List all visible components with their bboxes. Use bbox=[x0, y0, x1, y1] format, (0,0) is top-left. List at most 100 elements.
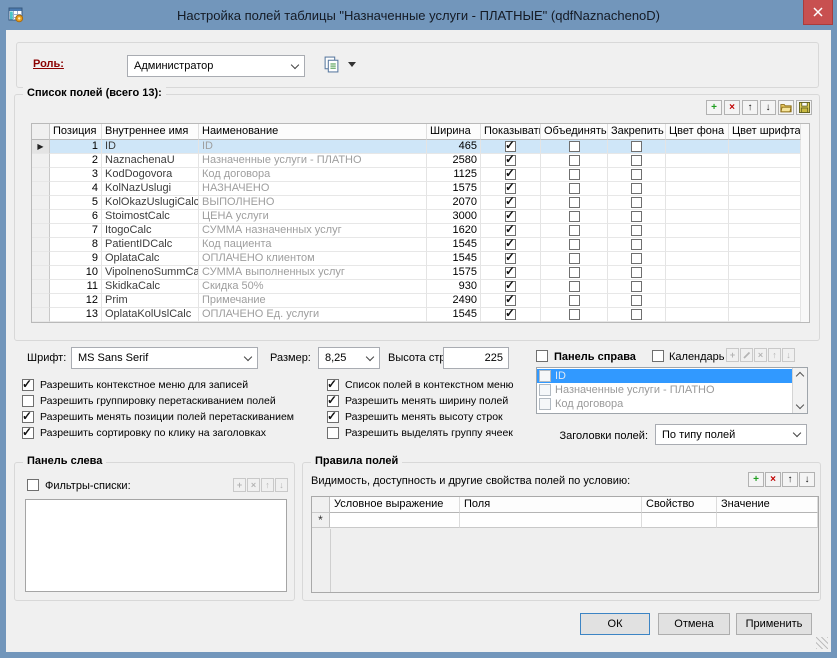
row-selector[interactable] bbox=[32, 168, 50, 182]
checkbox[interactable] bbox=[505, 183, 516, 194]
checkbox[interactable] bbox=[569, 141, 580, 152]
checkbox[interactable] bbox=[631, 281, 642, 292]
checkbox[interactable] bbox=[22, 411, 34, 423]
field-row[interactable]: 4KolNazUslugiНАЗНАЧЕНО1575 bbox=[32, 182, 809, 196]
move-field-down-button[interactable]: ↓ bbox=[760, 100, 776, 115]
cell-show[interactable] bbox=[481, 140, 541, 154]
rules-column-header[interactable]: Свойство bbox=[642, 497, 717, 513]
scrollbar[interactable] bbox=[792, 368, 807, 413]
cell-show[interactable] bbox=[481, 182, 541, 196]
cell-show[interactable] bbox=[481, 224, 541, 238]
right-panel-checkbox[interactable] bbox=[536, 350, 548, 362]
row-selector[interactable]: ▶ bbox=[32, 140, 50, 154]
checkbox[interactable] bbox=[631, 169, 642, 180]
checkbox[interactable] bbox=[569, 155, 580, 166]
field-row[interactable]: 6StoimostCalcЦЕНА услуги3000 bbox=[32, 210, 809, 224]
checkbox[interactable] bbox=[569, 225, 580, 236]
column-header-caption[interactable]: Наименование bbox=[199, 124, 427, 140]
column-header-show[interactable]: Показывать bbox=[481, 124, 541, 140]
checkbox[interactable] bbox=[631, 225, 642, 236]
row-selector[interactable] bbox=[32, 294, 50, 308]
checkbox[interactable] bbox=[505, 141, 516, 152]
cell-merge[interactable] bbox=[541, 168, 608, 182]
cell-show[interactable] bbox=[481, 168, 541, 182]
cell-show[interactable] bbox=[481, 252, 541, 266]
filters-listbox[interactable] bbox=[25, 499, 287, 592]
cancel-button[interactable]: Отмена bbox=[658, 613, 730, 635]
checkbox[interactable] bbox=[631, 267, 642, 278]
rule-delete-button[interactable]: × bbox=[765, 472, 781, 487]
rules-cell[interactable] bbox=[330, 513, 460, 528]
cell-pin[interactable] bbox=[608, 294, 666, 308]
checkbox[interactable] bbox=[22, 379, 34, 391]
checkbox[interactable] bbox=[569, 267, 580, 278]
field-row[interactable]: 11SkidkaCalcСкидка 50%930 bbox=[32, 280, 809, 294]
checkbox[interactable] bbox=[569, 183, 580, 194]
cell-show[interactable] bbox=[481, 238, 541, 252]
checkbox[interactable] bbox=[327, 427, 339, 439]
checkbox[interactable] bbox=[22, 427, 34, 439]
checkbox[interactable] bbox=[505, 253, 516, 264]
row-selector[interactable] bbox=[32, 238, 50, 252]
move-field-up-button[interactable]: ↑ bbox=[742, 100, 758, 115]
cell-pin[interactable] bbox=[608, 252, 666, 266]
field-row[interactable]: 10VipolnenoSummCalСУММА выполненных услу… bbox=[32, 266, 809, 280]
cell-show[interactable] bbox=[481, 294, 541, 308]
cell-show[interactable] bbox=[481, 196, 541, 210]
column-header-internal_name[interactable]: Внутреннее имя bbox=[102, 124, 199, 140]
field-row[interactable]: 13OplataKolUslCalcОПЛАЧЕНО Ед. услуги154… bbox=[32, 308, 809, 322]
checkbox[interactable] bbox=[505, 239, 516, 250]
checkbox[interactable] bbox=[327, 411, 339, 423]
row-selector[interactable] bbox=[32, 196, 50, 210]
rules-column-header[interactable]: Поля bbox=[460, 497, 642, 513]
cell-merge[interactable] bbox=[541, 294, 608, 308]
checkbox[interactable] bbox=[569, 309, 580, 320]
cell-merge[interactable] bbox=[541, 224, 608, 238]
cell-show[interactable] bbox=[481, 308, 541, 322]
cell-show[interactable] bbox=[481, 266, 541, 280]
checkbox[interactable] bbox=[631, 155, 642, 166]
delete-field-button[interactable]: × bbox=[724, 100, 740, 115]
column-header-width[interactable]: Ширина bbox=[427, 124, 481, 140]
column-header-merge[interactable]: Объединять bbox=[541, 124, 608, 140]
row-selector[interactable] bbox=[32, 154, 50, 168]
checkbox[interactable] bbox=[631, 309, 642, 320]
cell-pin[interactable] bbox=[608, 154, 666, 168]
cell-merge[interactable] bbox=[541, 308, 608, 322]
list-item[interactable]: ID bbox=[537, 369, 792, 383]
checkbox[interactable] bbox=[505, 281, 516, 292]
checkbox[interactable] bbox=[505, 155, 516, 166]
checkbox[interactable] bbox=[327, 395, 339, 407]
column-header-bg_color[interactable]: Цвет фона bbox=[666, 124, 729, 140]
checkbox[interactable] bbox=[505, 267, 516, 278]
field-row[interactable]: 9OplataCalcОПЛАЧЕНО клиентом1545 bbox=[32, 252, 809, 266]
rule-add-button[interactable]: + bbox=[748, 472, 764, 487]
font-select[interactable]: MS Sans Serif bbox=[71, 347, 258, 369]
rules-cell[interactable] bbox=[717, 513, 818, 528]
cell-pin[interactable] bbox=[608, 224, 666, 238]
cell-merge[interactable] bbox=[541, 280, 608, 294]
role-label[interactable]: Роль: bbox=[33, 58, 64, 70]
column-header-position[interactable]: Позиция bbox=[50, 124, 102, 140]
field-row[interactable]: 12PrimПримечание2490 bbox=[32, 294, 809, 308]
apply-button[interactable]: Применить bbox=[736, 613, 812, 635]
cell-pin[interactable] bbox=[608, 210, 666, 224]
row-selector[interactable] bbox=[32, 224, 50, 238]
checkbox[interactable] bbox=[631, 141, 642, 152]
cell-show[interactable] bbox=[481, 280, 541, 294]
field-row[interactable]: 8PatientIDCalcКод пациента1545 bbox=[32, 238, 809, 252]
cell-merge[interactable] bbox=[541, 252, 608, 266]
field-row[interactable]: 5KolOkazUslugiCalcВЫПОЛНЕНО2070 bbox=[32, 196, 809, 210]
checkbox[interactable] bbox=[631, 211, 642, 222]
field-headers-select[interactable]: По типу полей bbox=[655, 424, 807, 445]
list-item[interactable]: Назначенные услуги - ПЛАТНО bbox=[537, 383, 792, 397]
cell-merge[interactable] bbox=[541, 210, 608, 224]
cell-pin[interactable] bbox=[608, 308, 666, 322]
checkbox[interactable] bbox=[569, 239, 580, 250]
checkbox[interactable] bbox=[327, 379, 339, 391]
scroll-down-icon[interactable] bbox=[796, 401, 804, 409]
row-selector[interactable] bbox=[32, 308, 50, 322]
cell-merge[interactable] bbox=[541, 154, 608, 168]
cell-pin[interactable] bbox=[608, 238, 666, 252]
rules-cell[interactable] bbox=[642, 513, 717, 528]
